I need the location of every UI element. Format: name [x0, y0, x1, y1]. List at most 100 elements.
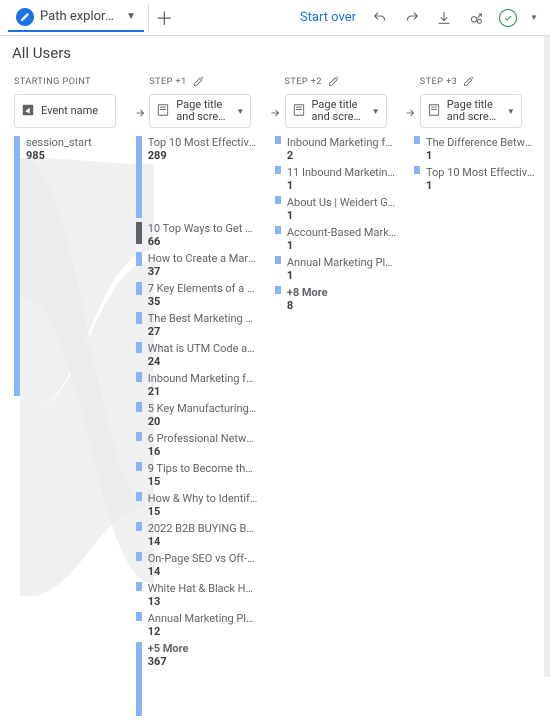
- path-node[interactable]: 5 Key Manufacturing C…20: [136, 402, 258, 428]
- step-header-start: STARTING POINT: [14, 77, 91, 87]
- node-value: 2: [287, 149, 397, 162]
- path-node[interactable]: Inbound Marketing for …2: [275, 136, 397, 162]
- path-node[interactable]: The Best Marketing Bu…27: [136, 312, 258, 338]
- node-name: How to Create a Mark…: [148, 252, 258, 265]
- more-link[interactable]: +5 More: [148, 642, 258, 655]
- starting-point-chip[interactable]: Event name: [14, 94, 116, 128]
- path-node-more[interactable]: +5 More367: [136, 642, 258, 716]
- undo-button[interactable]: [366, 4, 394, 32]
- path-node[interactable]: Inbound Marketing for …21: [136, 372, 258, 398]
- node-bar: [275, 256, 281, 264]
- path-node[interactable]: 10 Top Ways to Get M…66: [136, 222, 258, 248]
- tab-path-exploration[interactable]: Path explorati… ▼: [8, 4, 144, 32]
- column-start: session_start 985: [14, 136, 119, 720]
- path-node[interactable]: 11 Inbound Marketing …1: [275, 166, 397, 192]
- scrollbar[interactable]: [544, 36, 550, 677]
- arrow-icon: [265, 74, 284, 128]
- node-name: What is UTM Code an…: [148, 342, 258, 355]
- edit-step-2[interactable]: [328, 75, 340, 90]
- path-node[interactable]: Annual Marketing Plan …12: [136, 612, 258, 638]
- node-value: 15: [148, 475, 258, 488]
- path-node[interactable]: Account-Based Market…1: [275, 226, 397, 252]
- share-button[interactable]: [462, 4, 490, 32]
- path-node[interactable]: 7 Key Elements of a Q…35: [136, 282, 258, 308]
- column-step-1: Top 10 Most Effective …289 10 Top Ways to…: [136, 136, 258, 720]
- node-name: 9 Tips to Become the …: [148, 462, 258, 475]
- path-node[interactable]: On-Page SEO vs Off-P…14: [136, 552, 258, 578]
- top-toolbar: Path explorati… ▼ ＋ Start over ▼: [0, 0, 550, 36]
- step-3-chip[interactable]: Page title and scree… ▼: [420, 94, 522, 128]
- node-name: 5 Key Manufacturing C…: [148, 402, 258, 415]
- more-link[interactable]: +8 More: [287, 286, 397, 299]
- event-icon: [21, 103, 35, 120]
- add-tab-button[interactable]: ＋: [148, 4, 180, 32]
- node-name: session_start: [26, 136, 119, 149]
- node-value: 37: [148, 265, 258, 278]
- chip-label: Page title: [312, 99, 366, 111]
- node-bar: [136, 582, 142, 591]
- path-node[interactable]: Top 10 Most Effective …1: [414, 166, 536, 192]
- path-node[interactable]: 2022 B2B BUYING BE…14: [136, 522, 258, 548]
- node-name: Annual Marketing Plan …: [287, 256, 397, 269]
- redo-button[interactable]: [398, 4, 426, 32]
- node-name: How & Why to Identify …: [148, 492, 258, 505]
- step-1-chip[interactable]: Page title and scree… ▼: [149, 94, 251, 128]
- column-step-3: The Difference Betwee…1 Top 10 Most Effec…: [414, 136, 536, 720]
- path-node[interactable]: session_start 985: [26, 136, 119, 162]
- node-value: 66: [148, 235, 258, 248]
- chip-label: Page title: [447, 99, 501, 111]
- edit-icon: [16, 8, 34, 26]
- path-node[interactable]: Top 10 Most Effective …289: [136, 136, 258, 218]
- node-value: 367: [148, 655, 258, 668]
- path-node[interactable]: The Difference Betwee…1: [414, 136, 536, 162]
- start-over-button[interactable]: Start over: [294, 10, 362, 25]
- chevron-down-icon: ▼: [126, 11, 136, 22]
- path-node[interactable]: 6 Professional Networ…16: [136, 432, 258, 458]
- node-value: 1: [287, 269, 397, 282]
- node-bar: [136, 402, 142, 412]
- node-bar: [275, 226, 281, 234]
- chevron-down-icon: ▼: [530, 13, 538, 22]
- edit-step-1[interactable]: [193, 75, 205, 90]
- node-bar: [136, 282, 142, 295]
- edit-step-3[interactable]: [463, 75, 475, 90]
- node-value: 20: [148, 415, 258, 428]
- node-value: 21: [148, 385, 258, 398]
- path-node[interactable]: How & Why to Identify …15: [136, 492, 258, 518]
- status-indicator[interactable]: [494, 4, 522, 32]
- node-name: White Hat & Black Hat …: [148, 582, 258, 595]
- node-name: 10 Top Ways to Get M…: [148, 222, 258, 235]
- node-value: 1: [426, 149, 536, 162]
- node-bar: [136, 642, 142, 716]
- node-name: Annual Marketing Plan …: [148, 612, 258, 625]
- node-value: 16: [148, 445, 258, 458]
- path-node[interactable]: White Hat & Black Hat …13: [136, 582, 258, 608]
- node-bar: [275, 196, 281, 204]
- node-bar: [136, 342, 142, 353]
- node-bar: [275, 166, 281, 174]
- node-bar: [136, 136, 142, 218]
- node-name: 11 Inbound Marketing …: [287, 166, 397, 179]
- path-node-more[interactable]: +8 More8: [275, 286, 397, 312]
- path-node[interactable]: About Us | Weidert Gro…1: [275, 196, 397, 222]
- node-bar: [136, 222, 142, 244]
- node-value: 27: [148, 325, 258, 338]
- status-dropdown[interactable]: ▼: [526, 4, 542, 32]
- node-value: 1: [287, 179, 397, 192]
- node-name: Top 10 Most Effective …: [148, 136, 258, 149]
- node-bar: [136, 372, 142, 382]
- path-node[interactable]: 9 Tips to Become the …15: [136, 462, 258, 488]
- download-button[interactable]: [430, 4, 458, 32]
- step-header-1: STEP +1: [149, 77, 186, 87]
- path-node[interactable]: What is UTM Code an…24: [136, 342, 258, 368]
- path-node[interactable]: Annual Marketing Plan …1: [275, 256, 397, 282]
- node-value: 14: [148, 535, 258, 548]
- step-2-chip[interactable]: Page title and scree… ▼: [285, 94, 387, 128]
- segment-title: All Users: [0, 36, 550, 68]
- node-bar: [136, 612, 142, 621]
- path-node[interactable]: How to Create a Mark…37: [136, 252, 258, 278]
- node-bar: [275, 136, 281, 144]
- node-name: 2022 B2B BUYING BE…: [148, 522, 258, 535]
- chip-label: Event name: [41, 104, 98, 117]
- node-value: 15: [148, 505, 258, 518]
